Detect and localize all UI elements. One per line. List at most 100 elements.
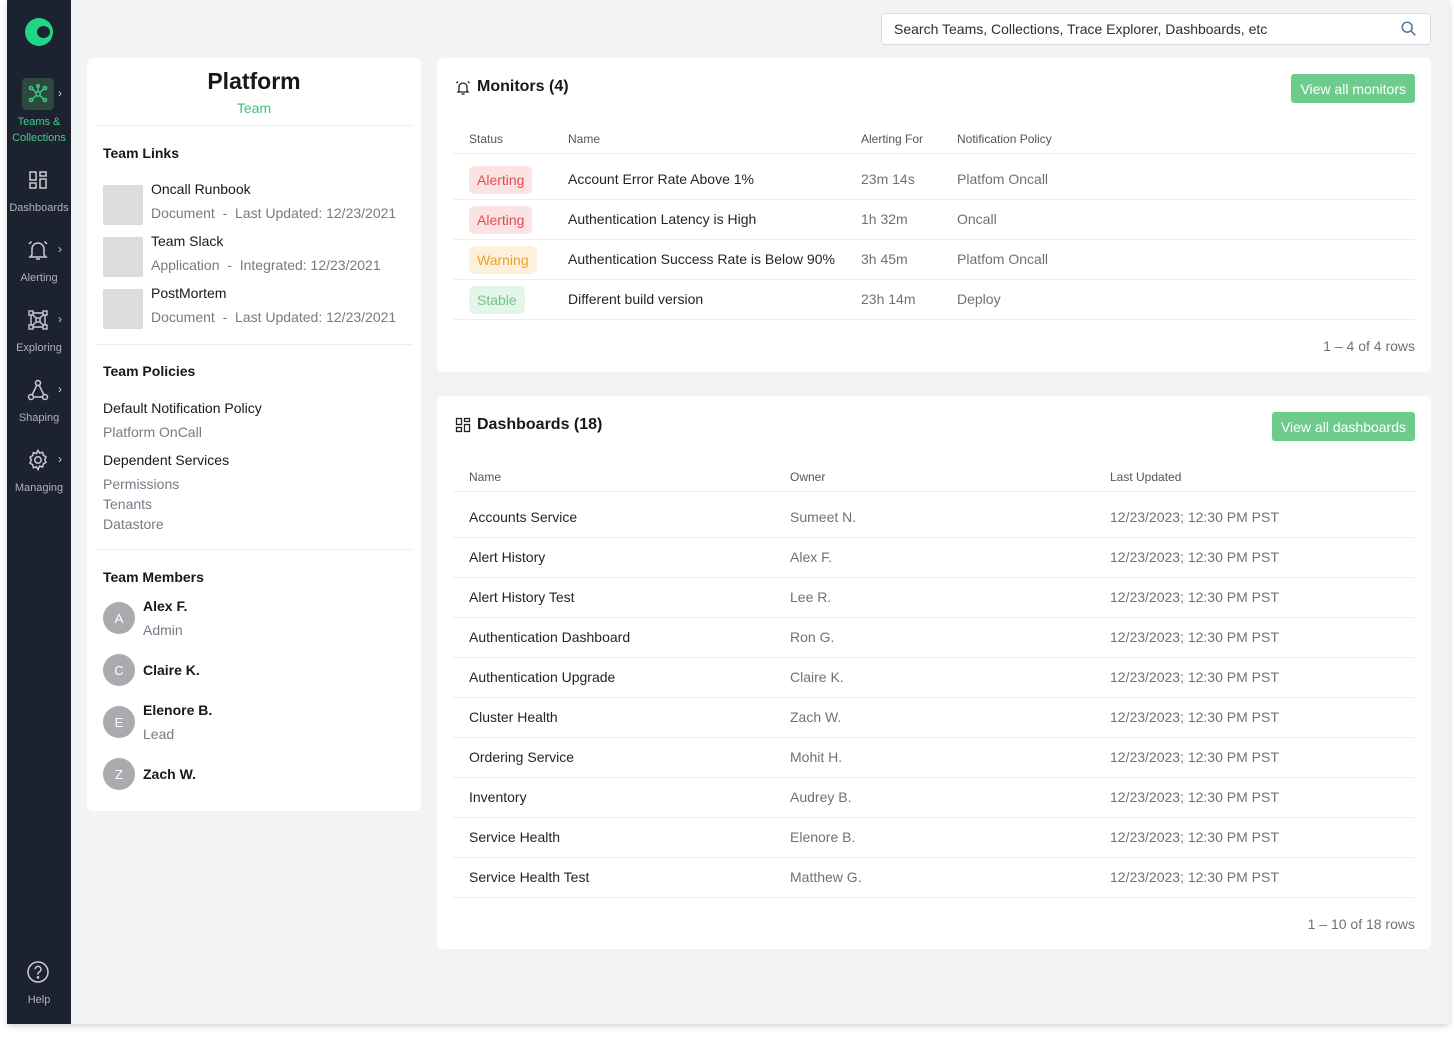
table-header: Name Owner Last Updated — [453, 464, 1415, 492]
table-header: Status Name Alerting For Notification Po… — [453, 126, 1415, 154]
column-header[interactable]: Last Updated — [1110, 470, 1181, 484]
divider — [95, 549, 413, 550]
dependent-service-item[interactable]: Permissions — [103, 476, 179, 492]
table-row[interactable]: Service Health Test Matthew G. 12/23/202… — [453, 858, 1415, 898]
member-name: Claire K. — [143, 662, 200, 678]
link-name[interactable]: PostMortem — [151, 285, 226, 301]
sidebar-item-alerting[interactable]: › Alerting — [7, 234, 71, 286]
table-row[interactable]: Alert History Test Lee R. 12/23/2023; 12… — [453, 578, 1415, 618]
sidebar-item-label: Exploring — [16, 342, 62, 354]
link-name[interactable]: Team Slack — [151, 233, 223, 249]
table-row[interactable]: Alert History Alex F. 12/23/2023; 12:30 … — [453, 538, 1415, 578]
team-link-item[interactable]: Oncall Runbook Document - Last Updated: … — [103, 181, 413, 225]
chevron-right-icon: › — [58, 312, 62, 326]
table-row[interactable]: Authentication Dashboard Ron G. 12/23/20… — [453, 618, 1415, 658]
sidebar-item-managing[interactable]: › Managing — [7, 444, 71, 496]
sidebar-item-exploring[interactable]: › Exploring — [7, 304, 71, 356]
monitor-name[interactable]: Different build version — [568, 291, 703, 307]
dashboard-owner: Alex F. — [790, 549, 833, 565]
column-header[interactable]: Status — [469, 132, 503, 146]
sidebar-item-shaping[interactable]: › Shaping — [7, 374, 71, 426]
team-member[interactable]: E Elenore B. Lead — [103, 702, 403, 746]
sidebar-item-dashboards[interactable]: Dashboards — [7, 164, 71, 216]
avatar: A — [103, 602, 135, 634]
dashboard-name[interactable]: Authentication Dashboard — [469, 629, 630, 645]
table-row[interactable]: Cluster Health Zach W. 12/23/2023; 12:30… — [453, 698, 1415, 738]
search-input[interactable]: Search Teams, Collections, Trace Explore… — [894, 21, 1400, 37]
monitors-header: Monitors (4) — [455, 78, 569, 96]
column-header[interactable]: Owner — [790, 470, 825, 484]
dashboard-name[interactable]: Cluster Health — [469, 709, 558, 725]
team-member[interactable]: Z Zach W. — [103, 758, 403, 798]
table-row[interactable]: Accounts Service Sumeet N. 12/23/2023; 1… — [453, 498, 1415, 538]
dashboard-name[interactable]: Service Health — [469, 829, 560, 845]
chevron-right-icon: › — [58, 452, 62, 466]
sidebar-item-label: Alerting — [20, 272, 58, 284]
dashboard-owner: Ron G. — [790, 629, 835, 645]
search-icon[interactable] — [1400, 20, 1418, 38]
dashboard-name[interactable]: Accounts Service — [469, 509, 577, 525]
alerting-for: 23h 14m — [861, 291, 916, 307]
default-policy-value[interactable]: Platform OnCall — [103, 424, 202, 440]
column-header[interactable]: Alerting For — [861, 132, 923, 146]
dashboard-updated: 12/23/2023; 12:30 PM PST — [1110, 549, 1279, 565]
column-header[interactable]: Name — [568, 132, 600, 146]
table-row[interactable]: Service Health Elenore B. 12/23/2023; 12… — [453, 818, 1415, 858]
global-search[interactable]: Search Teams, Collections, Trace Explore… — [881, 13, 1431, 45]
dashboard-owner: Sumeet N. — [790, 509, 857, 525]
sidebar-item-teams-collections[interactable]: › Teams & Collections — [7, 78, 71, 146]
bell-icon — [22, 234, 54, 266]
table-row[interactable]: Alerting Account Error Rate Above 1% 23m… — [453, 160, 1415, 200]
team-members-title: Team Members — [103, 569, 204, 585]
help-icon — [22, 956, 54, 988]
dependent-services-label: Dependent Services — [103, 452, 230, 468]
column-header[interactable]: Notification Policy — [957, 132, 1052, 146]
team-link-item[interactable]: PostMortem Document - Last Updated: 12/2… — [103, 285, 413, 329]
link-thumbnail — [103, 289, 143, 329]
team-member[interactable]: A Alex F. Admin — [103, 598, 403, 642]
team-type: Team — [236, 100, 272, 116]
dashboard-name[interactable]: Alert History Test — [469, 589, 575, 605]
view-all-monitors-button[interactable]: View all monitors — [1291, 74, 1415, 103]
table-row[interactable]: Inventory Audrey B. 12/23/2023; 12:30 PM… — [453, 778, 1415, 818]
dashboard-owner: Claire K. — [790, 669, 844, 685]
monitor-name[interactable]: Account Error Rate Above 1% — [568, 171, 754, 187]
monitor-name[interactable]: Authentication Latency is High — [568, 211, 756, 227]
table-row[interactable]: Stable Different build version 23h 14m D… — [453, 280, 1415, 320]
team-link-item[interactable]: Team Slack Application - Integrated: 12/… — [103, 233, 413, 277]
table-row[interactable]: Alerting Authentication Latency is High … — [453, 200, 1415, 240]
table-row[interactable]: Warning Authentication Success Rate is B… — [453, 240, 1415, 280]
dashboard-name[interactable]: Authentication Upgrade — [469, 669, 615, 685]
notification-policy: Deploy — [957, 291, 1001, 307]
column-header[interactable]: Name — [469, 470, 501, 484]
dashboard-name[interactable]: Ordering Service — [469, 749, 574, 765]
view-all-dashboards-button[interactable]: View all dashboards — [1271, 412, 1415, 441]
dashboard-updated: 12/23/2023; 12:30 PM PST — [1110, 629, 1279, 645]
monitor-name[interactable]: Authentication Success Rate is Below 90% — [568, 251, 835, 267]
link-meta: Document - Last Updated: 12/23/2021 — [151, 205, 397, 221]
sidebar-item-label: Dashboards — [9, 202, 69, 214]
dashboard-name[interactable]: Alert History — [469, 549, 545, 565]
dependent-service-item[interactable]: Datastore — [103, 516, 164, 532]
team-member[interactable]: C Claire K. — [103, 654, 403, 694]
chevron-right-icon: › — [58, 86, 62, 100]
link-name[interactable]: Oncall Runbook — [151, 181, 251, 197]
dashboard-name[interactable]: Inventory — [469, 789, 527, 805]
dashboard-updated: 12/23/2023; 12:30 PM PST — [1110, 509, 1279, 525]
link-thumbnail — [103, 237, 143, 277]
dashboard-name[interactable]: Service Health Test — [469, 869, 589, 885]
app-logo[interactable] — [25, 18, 53, 46]
link-meta: Document - Last Updated: 12/23/2021 — [151, 309, 397, 325]
dependent-service-item[interactable]: Tenants — [103, 496, 152, 512]
dashboard-owner: Mohit H. — [790, 749, 843, 765]
status-badge: Alerting — [469, 166, 533, 194]
alarm-icon — [456, 81, 470, 95]
sidebar-item-label: Teams & Collections — [12, 116, 66, 144]
monitors-title: Monitors (4) — [477, 78, 569, 95]
notification-policy: Platfom Oncall — [957, 171, 1049, 187]
table-row[interactable]: Authentication Upgrade Claire K. 12/23/2… — [453, 658, 1415, 698]
sidebar-item-help[interactable]: Help — [7, 956, 71, 1008]
teams-collections-icon — [22, 78, 54, 110]
table-row[interactable]: Ordering Service Mohit H. 12/23/2023; 12… — [453, 738, 1415, 778]
team-policies-title: Team Policies — [103, 363, 196, 379]
